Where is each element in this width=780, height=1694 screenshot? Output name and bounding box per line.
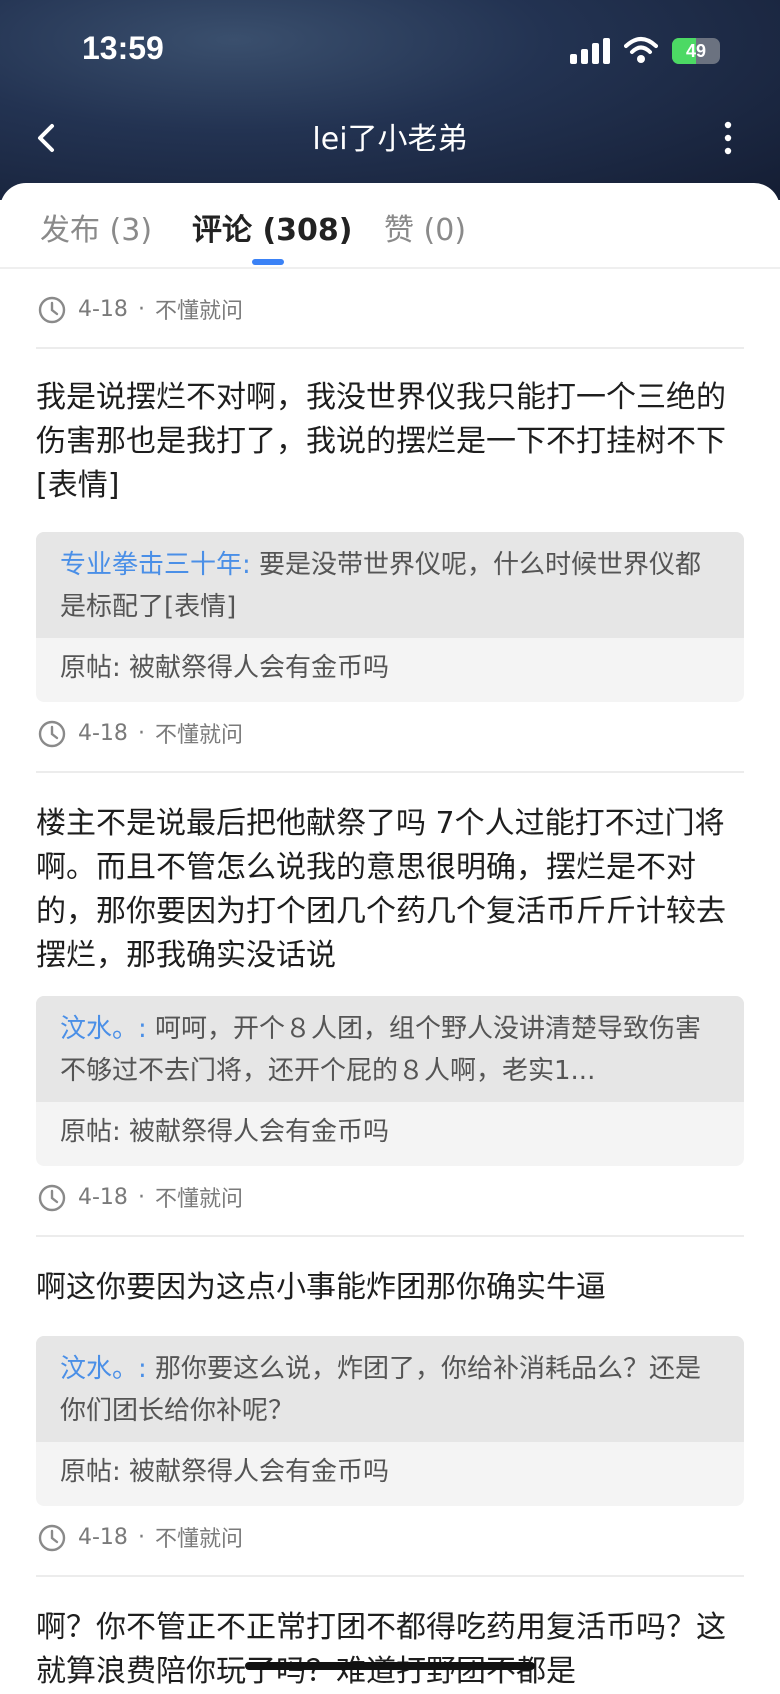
- comment-meta: 4-18 · 不懂就问: [36, 716, 243, 750]
- comment-category[interactable]: 不懂就问: [155, 293, 243, 325]
- clock-icon: [38, 1524, 66, 1552]
- divider: [36, 1575, 744, 1577]
- reply-author[interactable]: 汶水。:: [60, 1354, 147, 1384]
- reply-author[interactable]: 汶水。:: [60, 1014, 147, 1044]
- comment-category[interactable]: 不懂就问: [155, 1521, 243, 1553]
- comment-meta: 4-18 · 不懂就问: [36, 292, 243, 326]
- original-post-link[interactable]: 原帖: 被献祭得人会有金币吗: [36, 638, 744, 702]
- comment-meta: 4-18 · 不懂就问: [36, 1520, 243, 1554]
- divider: [36, 771, 744, 773]
- tab-comments[interactable]: 评论 (308): [192, 205, 353, 249]
- meta-separator: ·: [137, 1524, 145, 1550]
- comment-text[interactable]: 啊这你要因为这点小事能炸团那你确实牛逼: [36, 1266, 744, 1310]
- battery-percent: 49: [685, 41, 707, 61]
- comment-text[interactable]: 我是说摆烂不对啊，我没世界仪我只能打一个三绝的伤害那也是我打了，我说的摆烂是一下…: [36, 376, 744, 508]
- comment-date: 4-18: [78, 296, 128, 322]
- reply-content[interactable]: 汶水。: 呵呵，开个８人团，组个野人没讲清楚导致伤害不够过不去门将，还开个屁的８…: [36, 996, 744, 1102]
- comment-meta: 4-18 · 不懂就问: [36, 1180, 243, 1214]
- reply-text: 那你要这么说，炸团了，你给补消耗品么？还是你们团长给你补呢？: [60, 1354, 702, 1426]
- more-options-icon[interactable]: [718, 118, 738, 158]
- status-time: 13:59: [82, 30, 164, 66]
- reply-author[interactable]: 专业拳击三十年:: [60, 550, 251, 580]
- original-post-title: 被献祭得人会有金币吗: [129, 1457, 390, 1487]
- quoted-reply[interactable]: 专业拳击三十年: 要是没带世界仪呢，什么时候世界仪都是标配了[表情] 原帖: 被…: [36, 532, 744, 702]
- original-post-title: 被献祭得人会有金币吗: [129, 1117, 390, 1147]
- original-post-link[interactable]: 原帖: 被献祭得人会有金币吗: [36, 1102, 744, 1166]
- original-post-label: 原帖:: [60, 1457, 121, 1487]
- wifi-icon: [624, 37, 658, 63]
- tab-posts[interactable]: 发布 (3): [40, 205, 152, 249]
- meta-separator: ·: [137, 296, 145, 322]
- comment-text[interactable]: 楼主不是说最后把他献祭了吗 7个人过能打不过门将啊。而且不管怎么说我的意思很明确…: [36, 802, 744, 978]
- divider: [36, 347, 744, 349]
- meta-separator: ·: [137, 1184, 145, 1210]
- clock-icon: [38, 1184, 66, 1212]
- profile-tabs: 发布 (3) 评论 (308) 赞 (0): [0, 183, 780, 269]
- divider: [36, 1235, 744, 1237]
- reply-text: 呵呵，开个８人团，组个野人没讲清楚导致伤害不够过不去门将，还开个屁的８人啊，老实…: [60, 1014, 702, 1086]
- home-indicator[interactable]: [245, 1662, 535, 1670]
- cellular-signal-icon: [570, 38, 610, 64]
- profile-header: 13:59 49 lei了小老弟: [0, 0, 780, 200]
- battery-indicator: 49: [672, 38, 720, 64]
- original-post-title: 被献祭得人会有金币吗: [129, 653, 390, 683]
- comment-category[interactable]: 不懂就问: [155, 717, 243, 749]
- comment-date: 4-18: [78, 1184, 128, 1210]
- original-post-label: 原帖:: [60, 1117, 121, 1147]
- tab-likes[interactable]: 赞 (0): [384, 205, 466, 249]
- reply-content[interactable]: 汶水。: 那你要这么说，炸团了，你给补消耗品么？还是你们团长给你补呢？: [36, 1336, 744, 1442]
- clock-icon: [38, 720, 66, 748]
- reply-content[interactable]: 专业拳击三十年: 要是没带世界仪呢，什么时候世界仪都是标配了[表情]: [36, 532, 744, 638]
- comment-text[interactable]: 啊？你不管正不正常打团不都得吃药用复活币吗？这就算浪费陪你玩了吗？难道打野团不都…: [36, 1606, 744, 1694]
- page-title: lei了小老弟: [312, 122, 468, 157]
- comment-category[interactable]: 不懂就问: [155, 1181, 243, 1213]
- original-post-link[interactable]: 原帖: 被献祭得人会有金币吗: [36, 1442, 744, 1506]
- comment-date: 4-18: [78, 720, 128, 746]
- comment-date: 4-18: [78, 1524, 128, 1550]
- quoted-reply[interactable]: 汶水。: 呵呵，开个８人团，组个野人没讲清楚导致伤害不够过不去门将，还开个屁的８…: [36, 996, 744, 1166]
- meta-separator: ·: [137, 720, 145, 746]
- active-tab-indicator: [252, 259, 284, 265]
- clock-icon: [38, 296, 66, 324]
- quoted-reply[interactable]: 汶水。: 那你要这么说，炸团了，你给补消耗品么？还是你们团长给你补呢？ 原帖: …: [36, 1336, 744, 1506]
- original-post-label: 原帖:: [60, 653, 121, 683]
